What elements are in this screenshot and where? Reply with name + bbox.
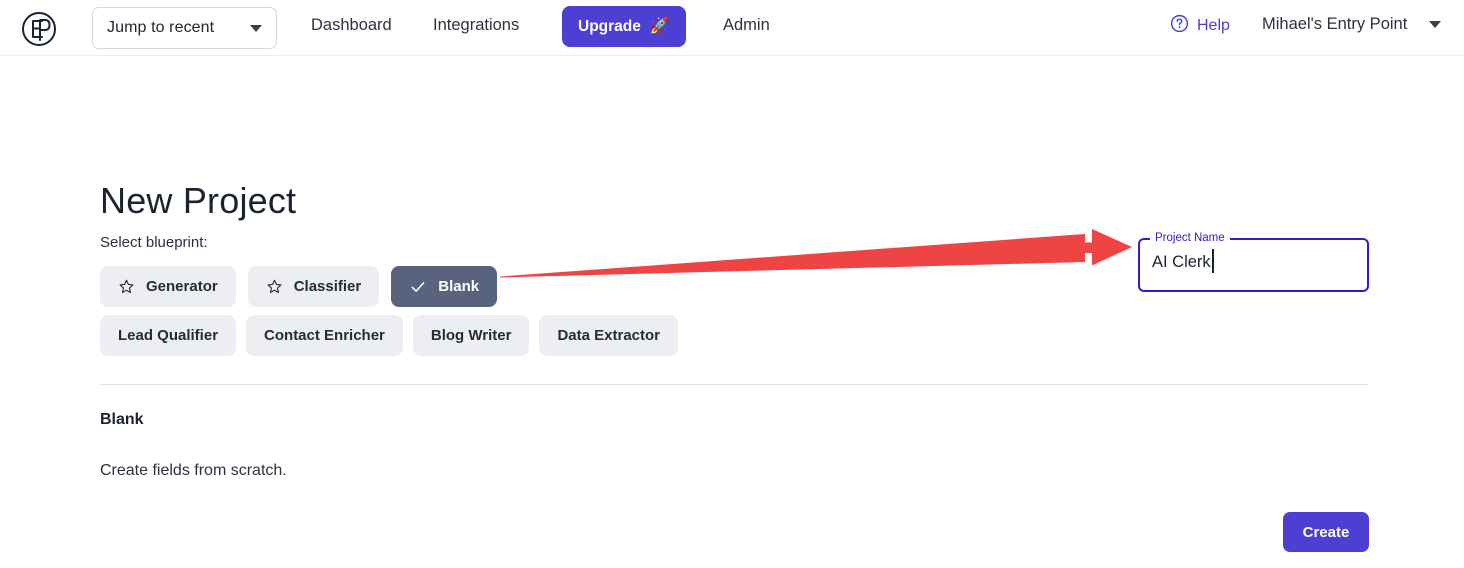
nav-link-dashboard[interactable]: Dashboard	[311, 16, 392, 35]
blueprint-chip-blank[interactable]: Blank	[391, 266, 498, 307]
account-menu[interactable]: Mihael's Entry Point	[1262, 15, 1442, 34]
blueprint-chip-row-primary: Generator Classifier Blank	[100, 266, 498, 307]
blueprint-chip-label: Blog Writer	[430, 327, 512, 344]
chevron-down-icon	[1429, 21, 1442, 28]
create-button[interactable]: Create	[1283, 512, 1369, 552]
section-divider	[100, 384, 1368, 385]
blueprint-chip-classifier[interactable]: Classifier	[247, 266, 380, 307]
blueprint-chip-label: Contact Enricher	[264, 327, 385, 344]
upgrade-button[interactable]: Upgrade 🚀	[562, 6, 686, 47]
project-name-field[interactable]: Project Name	[1138, 232, 1369, 292]
top-navigation-bar: Jump to recent Dashboard Integrations Up…	[0, 0, 1464, 56]
blueprint-chip-lead-qualifier[interactable]: Lead Qualifier	[100, 315, 237, 356]
blueprint-chip-label: Lead Qualifier	[118, 327, 219, 344]
blueprint-chip-row-secondary: Lead Qualifier Contact Enricher Blog Wri…	[100, 315, 678, 356]
red-arrow-icon	[500, 229, 1132, 278]
chevron-down-icon	[250, 24, 262, 32]
star-outline-icon	[118, 278, 135, 295]
nav-link-integrations[interactable]: Integrations	[433, 16, 519, 35]
blueprint-chip-label: Blank	[438, 278, 480, 295]
blueprint-chip-blog-writer[interactable]: Blog Writer	[412, 315, 530, 356]
text-cursor	[1212, 249, 1214, 273]
blueprint-chip-generator[interactable]: Generator	[100, 266, 236, 307]
new-project-page: New Project Select blueprint: Generator …	[0, 56, 1464, 568]
blueprint-chip-contact-enricher[interactable]: Contact Enricher	[246, 315, 403, 356]
selected-blueprint-description: Create fields from scratch.	[100, 462, 287, 479]
blueprint-chip-data-extractor[interactable]: Data Extractor	[539, 315, 678, 356]
question-circle-icon	[1170, 14, 1189, 38]
check-icon	[409, 278, 427, 296]
page-title: New Project	[100, 180, 297, 222]
rocket-icon: 🚀	[649, 17, 670, 35]
account-name-label: Mihael's Entry Point	[1262, 15, 1408, 33]
blueprint-chip-label: Classifier	[293, 278, 362, 295]
blueprint-chip-label: Generator	[146, 278, 218, 295]
nav-link-admin[interactable]: Admin	[723, 16, 770, 35]
upgrade-button-label: Upgrade	[578, 17, 641, 35]
selected-blueprint-title: Blank	[100, 411, 144, 428]
ep-monogram-logo-icon[interactable]	[20, 10, 58, 48]
star-outline-icon	[266, 278, 283, 295]
project-name-input[interactable]	[1140, 235, 1367, 290]
help-label: Help	[1197, 17, 1230, 34]
select-blueprint-label: Select blueprint:	[100, 234, 208, 251]
jump-to-recent-dropdown[interactable]: Jump to recent	[92, 7, 277, 49]
blueprint-chip-label: Data Extractor	[557, 327, 660, 344]
help-button[interactable]: Help	[1170, 14, 1230, 38]
jump-to-recent-label: Jump to recent	[107, 19, 215, 36]
annotation-arrow-overlay	[500, 229, 1132, 278]
